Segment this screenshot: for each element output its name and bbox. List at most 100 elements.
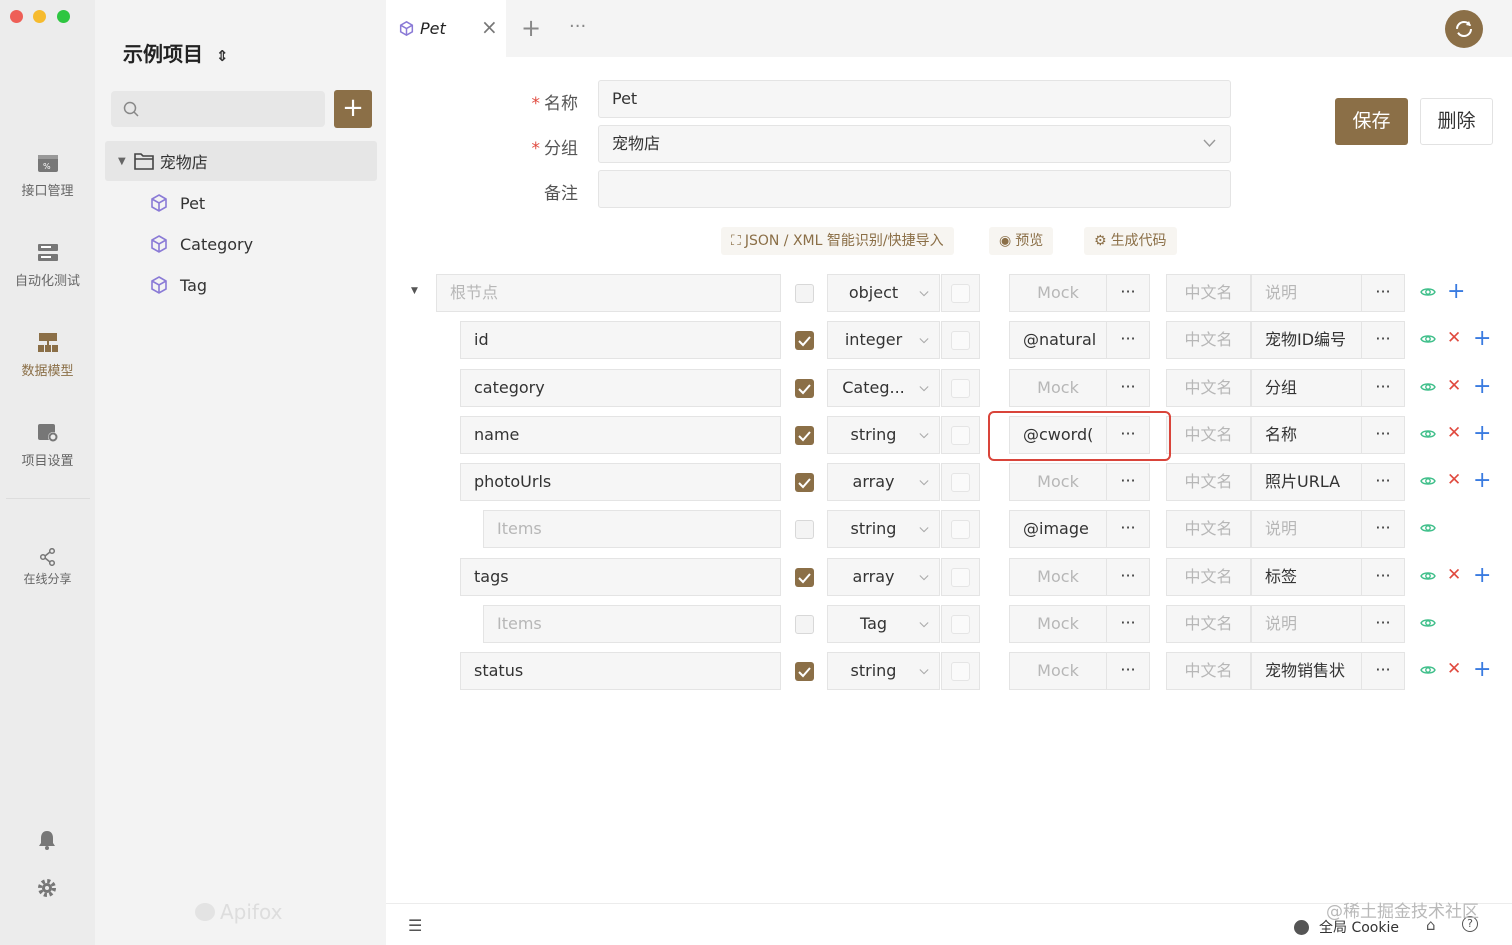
- mock-more-button[interactable]: ···: [1106, 369, 1150, 407]
- required-checkbox[interactable]: [795, 615, 814, 634]
- mock-input[interactable]: Mock: [1009, 652, 1107, 690]
- field-name-input[interactable]: category: [460, 369, 781, 407]
- mock-input[interactable]: Mock: [1009, 369, 1107, 407]
- field-name-input[interactable]: status: [460, 652, 781, 690]
- note-input[interactable]: [598, 170, 1231, 208]
- description-input[interactable]: 名称: [1251, 416, 1362, 454]
- add-model-button[interactable]: +: [334, 90, 372, 128]
- eye-icon[interactable]: [1420, 473, 1436, 489]
- rail-item-data-model[interactable]: 数据模型: [0, 332, 95, 379]
- delete-field-icon[interactable]: ✕: [1447, 376, 1461, 396]
- cn-name-input[interactable]: 中文名: [1166, 605, 1251, 643]
- add-field-icon[interactable]: +: [1473, 563, 1491, 588]
- tree-item-model[interactable]: Category: [105, 224, 377, 264]
- type-select[interactable]: Tag: [827, 605, 940, 643]
- description-more-button[interactable]: ···: [1361, 652, 1405, 690]
- cn-name-input[interactable]: 中文名: [1166, 463, 1251, 501]
- more-tabs-icon[interactable]: ···: [569, 16, 586, 37]
- description-input[interactable]: 说明: [1251, 510, 1362, 548]
- description-more-button[interactable]: ···: [1361, 274, 1405, 312]
- type-select[interactable]: integer: [827, 321, 940, 359]
- required-checkbox[interactable]: [795, 662, 814, 681]
- eye-icon[interactable]: [1420, 615, 1436, 631]
- add-field-icon[interactable]: +: [1473, 326, 1491, 351]
- close-tab-icon[interactable]: ×: [481, 17, 498, 37]
- smart-import-button[interactable]: ⛶ JSON / XML 智能识别/快捷导入: [721, 227, 954, 255]
- collapse-caret-icon[interactable]: ▼: [411, 286, 418, 296]
- field-name-input[interactable]: Items: [483, 510, 781, 548]
- sync-avatar[interactable]: [1445, 10, 1483, 48]
- add-field-icon[interactable]: +: [1447, 279, 1465, 304]
- required-checkbox[interactable]: [795, 331, 814, 350]
- description-input[interactable]: 说明: [1251, 605, 1362, 643]
- tree-folder[interactable]: ▼ 宠物店: [105, 141, 377, 181]
- mock-more-button[interactable]: ···: [1106, 605, 1150, 643]
- rail-item-autotest[interactable]: 自动化测试: [0, 242, 95, 289]
- field-name-input[interactable]: tags: [460, 558, 781, 596]
- field-name-input[interactable]: id: [460, 321, 781, 359]
- description-more-button[interactable]: ···: [1361, 558, 1405, 596]
- field-name-input[interactable]: 根节点: [436, 274, 781, 312]
- save-button[interactable]: 保存: [1335, 98, 1408, 145]
- delete-field-icon[interactable]: ✕: [1447, 565, 1461, 585]
- type-select[interactable]: string: [827, 416, 940, 454]
- mock-more-button[interactable]: ···: [1106, 321, 1150, 359]
- cn-name-input[interactable]: 中文名: [1166, 510, 1251, 548]
- gear-icon[interactable]: [37, 878, 57, 898]
- rail-item-api[interactable]: % 接口管理: [0, 152, 95, 199]
- mock-input[interactable]: Mock: [1009, 274, 1107, 312]
- description-more-button[interactable]: ···: [1361, 463, 1405, 501]
- rail-item-share[interactable]: 在线分享: [0, 547, 95, 587]
- mock-input[interactable]: Mock: [1009, 558, 1107, 596]
- required-checkbox[interactable]: [795, 568, 814, 587]
- description-input[interactable]: 宠物销售状: [1251, 652, 1362, 690]
- description-more-button[interactable]: ···: [1361, 416, 1405, 454]
- minimize-window-button[interactable]: [33, 10, 46, 23]
- eye-icon[interactable]: [1420, 426, 1436, 442]
- new-tab-icon[interactable]: +: [521, 14, 541, 42]
- field-name-input[interactable]: Items: [483, 605, 781, 643]
- cn-name-input[interactable]: 中文名: [1166, 321, 1251, 359]
- search-input[interactable]: [111, 91, 325, 127]
- mock-input[interactable]: @natural: [1009, 321, 1107, 359]
- eye-icon[interactable]: [1420, 331, 1436, 347]
- bell-icon[interactable]: [38, 830, 56, 850]
- group-select[interactable]: 宠物店: [598, 125, 1231, 163]
- type-select[interactable]: string: [827, 510, 940, 548]
- delete-field-icon[interactable]: ✕: [1447, 659, 1461, 679]
- description-more-button[interactable]: ···: [1361, 510, 1405, 548]
- tree-item-model[interactable]: Pet: [105, 183, 377, 223]
- cn-name-input[interactable]: 中文名: [1166, 652, 1251, 690]
- eye-icon[interactable]: [1420, 662, 1436, 678]
- cn-name-input[interactable]: 中文名: [1166, 416, 1251, 454]
- close-window-button[interactable]: [10, 10, 23, 23]
- delete-field-icon[interactable]: ✕: [1447, 470, 1461, 490]
- add-field-icon[interactable]: +: [1473, 468, 1491, 493]
- delete-field-icon[interactable]: ✕: [1447, 328, 1461, 348]
- generate-code-button[interactable]: ⚙ 生成代码: [1084, 227, 1177, 255]
- eye-icon[interactable]: [1420, 379, 1436, 395]
- tree-item-model[interactable]: Tag: [105, 265, 377, 305]
- required-checkbox[interactable]: [795, 473, 814, 492]
- mock-input[interactable]: Mock: [1009, 605, 1107, 643]
- toggle-sidebar-icon[interactable]: ☰: [408, 916, 422, 935]
- eye-icon[interactable]: [1420, 568, 1436, 584]
- description-input[interactable]: 宠物ID编号: [1251, 321, 1362, 359]
- preview-button[interactable]: ◉ 预览: [989, 227, 1054, 255]
- add-field-icon[interactable]: +: [1473, 421, 1491, 446]
- required-checkbox[interactable]: [795, 426, 814, 445]
- type-select[interactable]: Categ...: [827, 369, 940, 407]
- mock-input[interactable]: @image: [1009, 510, 1107, 548]
- description-more-button[interactable]: ···: [1361, 605, 1405, 643]
- tab-pet[interactable]: Pet ×: [386, 0, 506, 57]
- type-select[interactable]: array: [827, 463, 940, 501]
- add-field-icon[interactable]: +: [1473, 657, 1491, 682]
- field-name-input[interactable]: photoUrls: [460, 463, 781, 501]
- delete-field-icon[interactable]: ✕: [1447, 423, 1461, 443]
- description-input[interactable]: 分组: [1251, 369, 1362, 407]
- rail-item-project-settings[interactable]: 项目设置: [0, 422, 95, 469]
- mock-more-button[interactable]: ···: [1106, 558, 1150, 596]
- type-select[interactable]: array: [827, 558, 940, 596]
- description-more-button[interactable]: ···: [1361, 321, 1405, 359]
- required-checkbox[interactable]: [795, 284, 814, 303]
